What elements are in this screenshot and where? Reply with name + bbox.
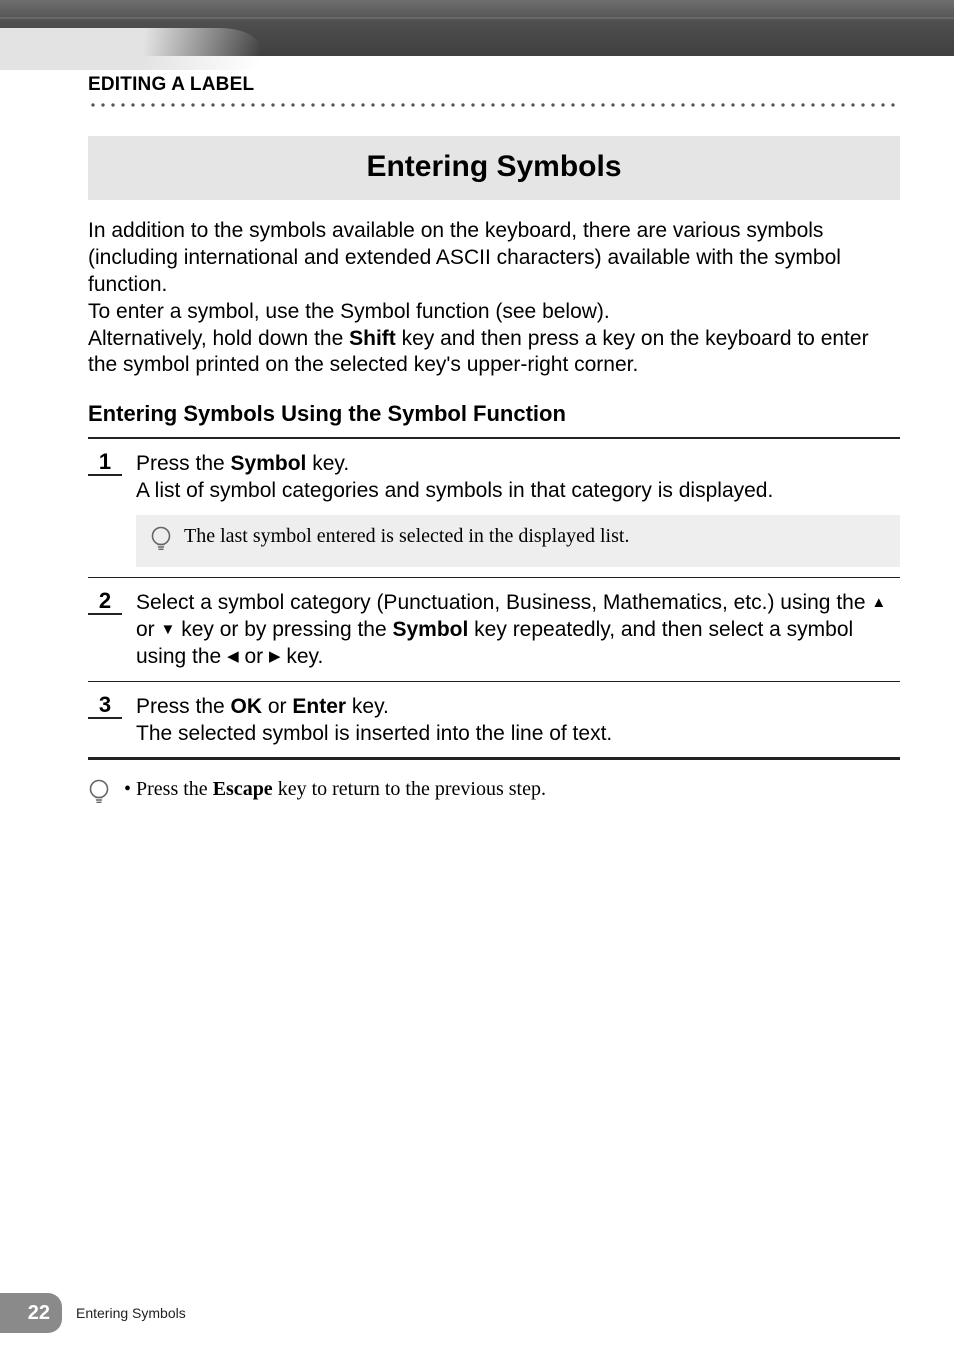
step-body: Press the Symbol key.A list of symbol ca… [136,451,900,505]
dotted-rule [88,102,900,110]
page-number-badge: 22 [0,1293,62,1333]
note-box: The last symbol entered is selected in t… [136,515,900,567]
step-number: 1 [88,451,122,476]
lightbulb-icon [150,525,172,555]
intro-block: In addition to the symbols available on … [88,218,900,379]
lightbulb-icon [88,778,110,808]
step-number: 3 [88,694,122,719]
subheading: Entering Symbols Using the Symbol Functi… [88,401,900,427]
rule [88,681,900,682]
page-title: Entering Symbols [88,150,900,184]
title-band: Entering Symbols [88,136,900,200]
intro-p1: In addition to the symbols available on … [88,218,900,299]
steps-list: 1 Press the Symbol key.A list of symbol c… [88,451,900,760]
header-overlay [0,28,260,70]
rule [88,577,900,578]
arrow-left-icon: ◀ [227,649,239,664]
footer-note-text: • Press the Escape key to return to the … [124,778,546,801]
step-number: 2 [88,590,122,615]
step-row: 1 Press the Symbol key.A list of symbol c… [88,451,900,505]
arrow-right-icon: ▶ [269,649,281,664]
note-text: The last symbol entered is selected in t… [184,525,629,548]
step-row: 3 Press the OK or Enter key.The selected … [88,694,900,748]
page-footer: 22 Entering Symbols [0,1293,186,1333]
step-body: Select a symbol category (Punctuation, B… [136,590,900,671]
arrow-up-icon: ▲ [871,595,886,610]
rule [88,757,900,760]
chapter-heading: EDITING A LABEL [88,74,900,102]
step-body: Press the OK or Enter key.The selected s… [136,694,900,748]
page-content: EDITING A LABEL Entering Symbols In addi… [0,56,954,808]
intro-p2: To enter a symbol, use the Symbol functi… [88,299,900,326]
step-row: 2 Select a symbol category (Punctuation, … [88,590,900,671]
footer-section-title: Entering Symbols [76,1305,186,1321]
arrow-down-icon: ▼ [161,622,176,637]
header-band [0,0,954,56]
rule-heavy-top [88,437,900,439]
footer-note: • Press the Escape key to return to the … [88,778,900,808]
intro-p3: Alternatively, hold down the Shift key a… [88,326,900,380]
